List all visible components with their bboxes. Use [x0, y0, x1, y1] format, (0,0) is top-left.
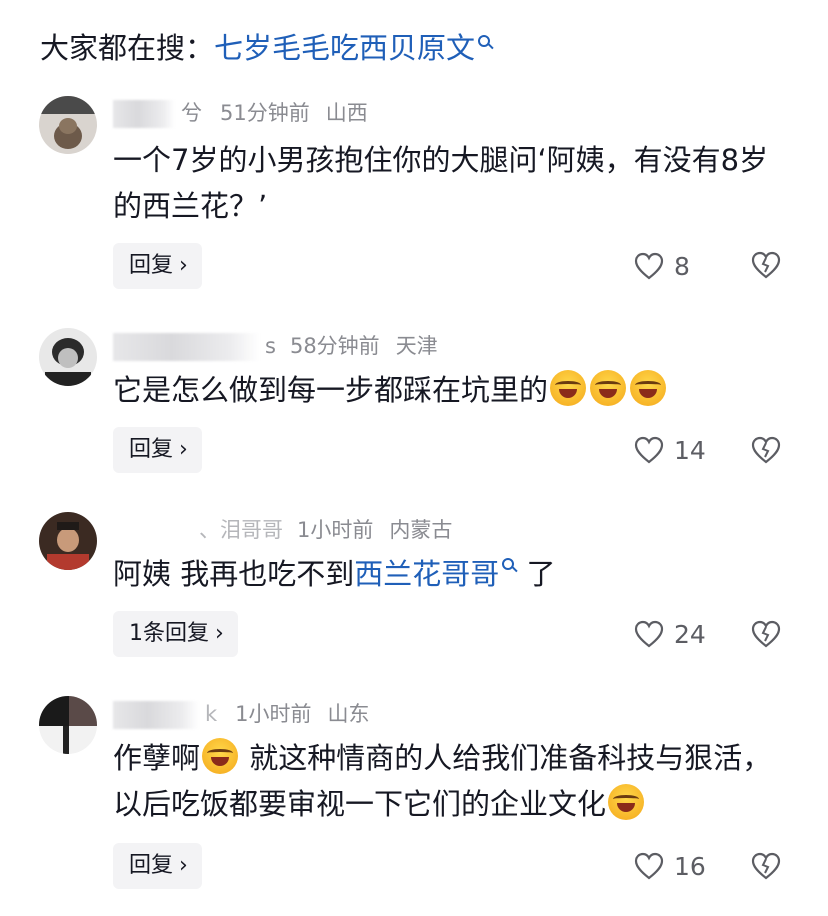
reply-label: 1条回复	[129, 621, 209, 646]
username-redacted[interactable]	[113, 333, 259, 361]
laughing-crying-emoji-icon	[630, 370, 667, 406]
broken-heart-icon	[751, 251, 781, 279]
dislike-button[interactable]	[751, 852, 781, 884]
reply-button[interactable]: 1条回复 ›	[113, 611, 238, 657]
chevron-right-icon: ›	[215, 621, 224, 646]
username-redacted[interactable]	[113, 701, 199, 729]
comment-time: 1小时前	[297, 518, 374, 542]
comment-text: 它是怎么做到每一步都踩在坑里的	[113, 367, 793, 413]
broken-heart-icon	[751, 620, 781, 648]
comment-meta: 、泪哥哥 1小时前 内蒙古	[113, 515, 452, 545]
comment-text-before: 阿姨 我再也吃不到	[113, 557, 355, 591]
comment-text-a: 作孽啊	[113, 741, 201, 775]
username-tail: k	[205, 702, 218, 726]
search-suggestion[interactable]: 大家都在搜：七岁毛毛吃西贝原文	[40, 28, 493, 68]
search-icon[interactable]	[501, 557, 517, 573]
comment-time: 58分钟前	[289, 334, 380, 358]
broken-heart-icon	[751, 436, 781, 464]
like-button[interactable]: 16	[634, 846, 706, 886]
comment-time: 51分钟前	[220, 101, 310, 125]
comment-meta: k 1小时前 山东	[113, 699, 370, 729]
comment-text: 一个7岁的小男孩抱住你的大腿问‘阿姨，有没有8岁的西兰花？’	[113, 143, 769, 223]
comment-meta: s 58分钟前 天津	[113, 331, 438, 361]
comment-location: 山西	[325, 101, 368, 125]
laughing-crying-emoji-icon	[202, 738, 239, 774]
reply-button[interactable]: 回复 ›	[113, 243, 202, 289]
heart-icon	[634, 852, 664, 880]
chevron-right-icon: ›	[179, 853, 188, 878]
comment-meta: 兮 51分钟前 山西	[113, 98, 368, 128]
username-tail[interactable]: 、泪哥哥	[199, 518, 283, 542]
reply-label: 回复	[129, 437, 174, 462]
like-count: 24	[674, 619, 706, 649]
like-button[interactable]: 8	[634, 246, 690, 286]
heart-icon	[634, 252, 664, 280]
reply-button[interactable]: 回复 ›	[113, 843, 202, 889]
laughing-crying-emoji-icon	[550, 370, 587, 406]
comment-text-content: 它是怎么做到每一步都踩在坑里的	[113, 373, 549, 407]
avatar[interactable]	[39, 328, 97, 386]
chevron-right-icon: ›	[179, 437, 188, 462]
broken-heart-icon	[751, 852, 781, 880]
avatar[interactable]	[39, 96, 97, 154]
heart-icon	[634, 620, 664, 648]
chevron-right-icon: ›	[179, 253, 188, 278]
laughing-crying-emoji-icon	[590, 370, 627, 406]
like-button[interactable]: 24	[634, 614, 706, 654]
username-redacted[interactable]	[113, 100, 175, 128]
comment-text-after: 了	[517, 557, 556, 591]
dislike-button[interactable]	[751, 436, 781, 468]
comment-location: 山东	[327, 702, 370, 726]
comment-text: 作孽啊 就这种情商的人给我们准备科技与狠活，以后吃饭都要审视一下它们的企业文化	[113, 735, 793, 827]
username-tail: 兮	[181, 101, 202, 125]
like-count: 16	[674, 851, 706, 881]
heart-icon	[634, 436, 664, 464]
search-suggestion-link[interactable]: 七岁毛毛吃西贝原文	[214, 31, 475, 65]
comment-time: 1小时前	[235, 702, 312, 726]
comment-location: 内蒙古	[389, 518, 453, 542]
reply-label: 回复	[129, 853, 174, 878]
laughing-crying-emoji-icon	[608, 784, 645, 820]
like-count: 8	[674, 251, 690, 281]
search-icon[interactable]	[477, 34, 493, 50]
search-prefix-label: 大家都在搜：	[40, 31, 215, 65]
reply-label: 回复	[129, 253, 174, 278]
comment-location: 天津	[395, 334, 438, 358]
dislike-button[interactable]	[751, 620, 781, 652]
avatar[interactable]	[39, 512, 97, 570]
like-button[interactable]: 14	[634, 430, 706, 470]
search-keyword-link[interactable]: 西兰花哥哥	[354, 557, 499, 591]
dislike-button[interactable]	[751, 251, 781, 283]
avatar[interactable]	[39, 696, 97, 754]
like-count: 14	[674, 435, 706, 465]
comment-text: 阿姨 我再也吃不到西兰花哥哥 了	[113, 551, 793, 597]
reply-button[interactable]: 回复 ›	[113, 427, 202, 473]
username-tail: s	[265, 334, 276, 358]
